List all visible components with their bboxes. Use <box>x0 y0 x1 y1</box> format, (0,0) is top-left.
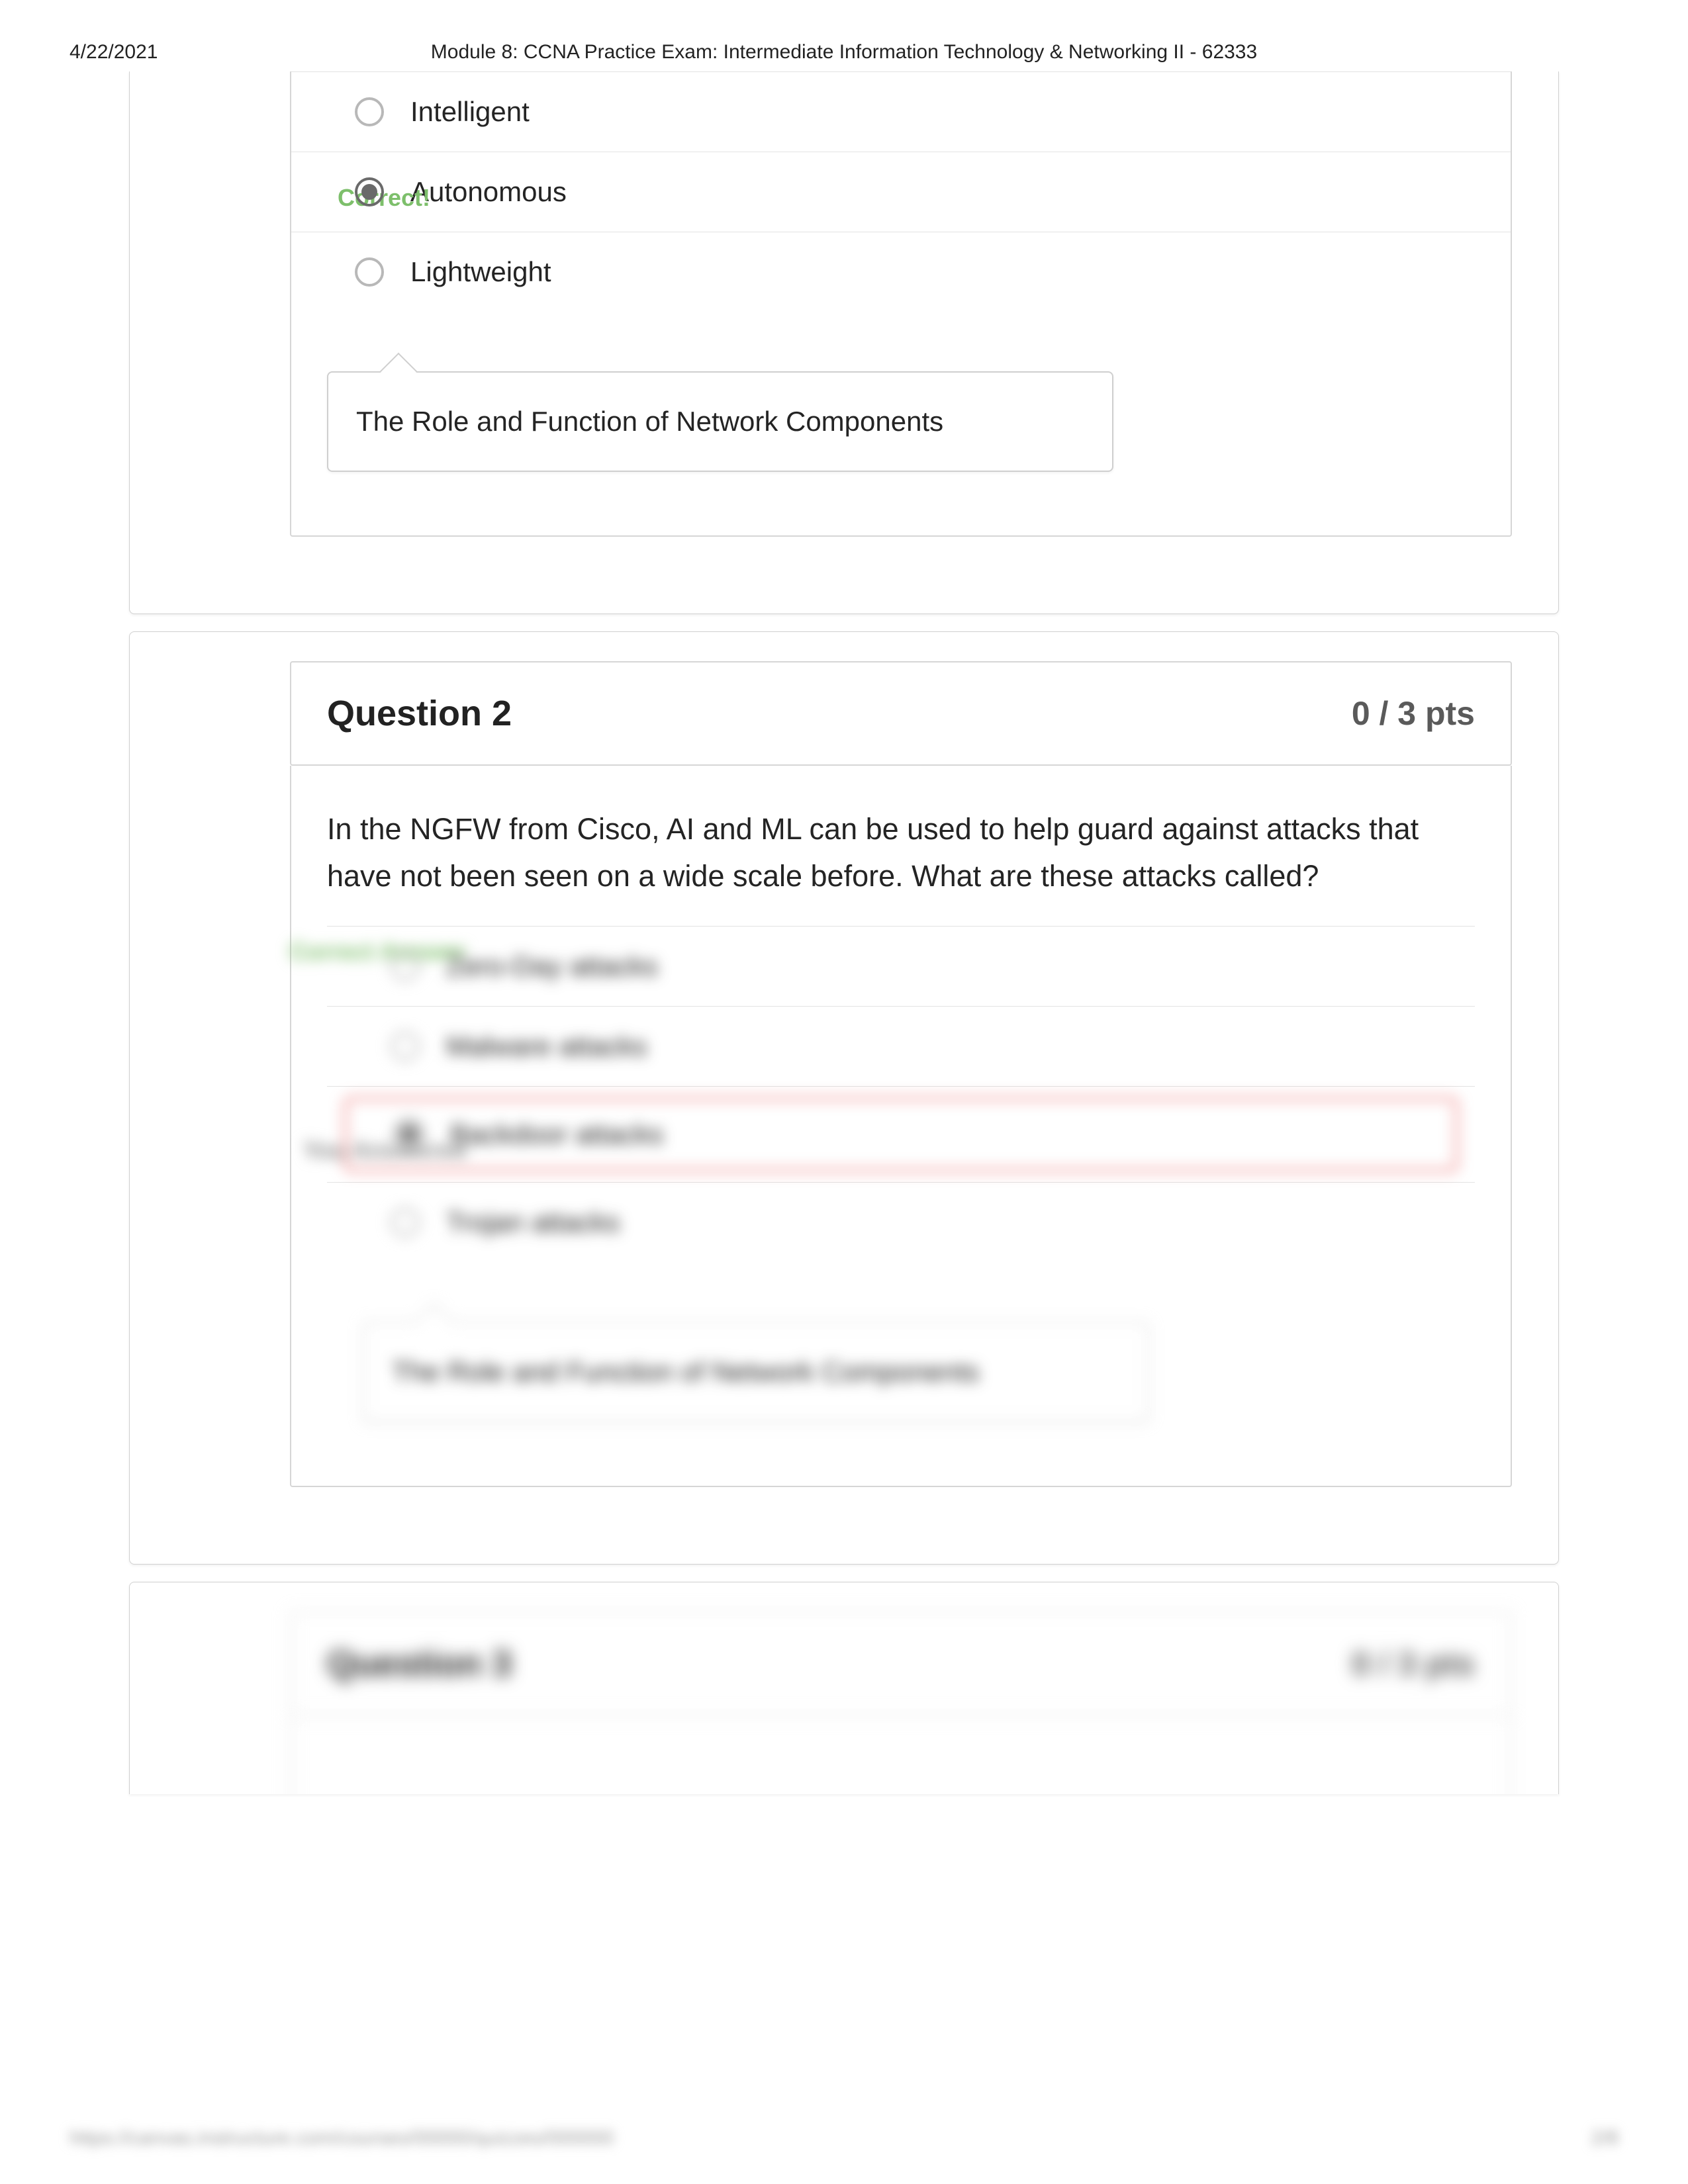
topic-tag: The Role and Function of Network Compone… <box>327 371 1113 472</box>
answer-option[interactable]: Malware attacks <box>327 1007 1475 1086</box>
question-title: Question 2 <box>327 693 512 734</box>
answer-option[interactable]: Intelligent <box>291 71 1511 152</box>
answer-label: Intelligent <box>410 96 530 128</box>
answer-label: Malware attacks <box>446 1030 647 1062</box>
answer-label: Lightweight <box>410 256 551 288</box>
radio-selected-icon <box>355 177 384 206</box>
answer-option[interactable]: Lightweight <box>291 232 1511 312</box>
radio-icon <box>391 1032 420 1061</box>
radio-icon <box>355 257 384 287</box>
print-footer-url: https://canvas.instructure.com/courses/0… <box>70 2127 614 2150</box>
question-text: In the NGFW from Cisco, AI and ML can be… <box>327 805 1475 899</box>
answer-option-wrong[interactable]: Backdoor attacks <box>343 1096 1459 1173</box>
question-points: 0 / 3 pts <box>1352 1645 1475 1683</box>
answer-label: Backdoor attacks <box>450 1118 663 1150</box>
answer-option[interactable]: Autonomous <box>291 152 1511 232</box>
question-card-1: Correct! Intelligent Autonomous Lightwei… <box>129 71 1559 614</box>
radio-icon <box>355 97 384 126</box>
answer-label: Zero-Day attacks <box>446 950 658 982</box>
answer-option[interactable]: Trojan attacks <box>327 1183 1475 1262</box>
print-title: Module 8: CCNA Practice Exam: Intermedia… <box>0 41 1688 64</box>
topic-tag: The Role and Function of Network Compone… <box>363 1322 1149 1422</box>
side-label-correct: Correct! <box>159 184 430 212</box>
question-card-3: Question 3 0 / 3 pts <box>129 1582 1559 1794</box>
radio-icon <box>391 1208 420 1237</box>
radio-selected-icon <box>395 1120 424 1149</box>
radio-icon <box>391 952 420 981</box>
question-header: Question 2 0 / 3 pts <box>290 661 1512 766</box>
question-points: 0 / 3 pts <box>1352 694 1475 733</box>
answer-label: Trojan attacks <box>446 1206 620 1238</box>
question-card-2: Question 2 0 / 3 pts In the NGFW from Ci… <box>129 631 1559 1565</box>
answer-label: Autonomous <box>410 176 567 208</box>
question-title: Question 3 <box>327 1643 512 1684</box>
answer-option[interactable]: Zero-Day attacks <box>327 927 1475 1006</box>
question-header: Question 3 0 / 3 pts <box>290 1612 1512 1716</box>
print-footer-page: 2/8 <box>1591 2127 1618 2150</box>
